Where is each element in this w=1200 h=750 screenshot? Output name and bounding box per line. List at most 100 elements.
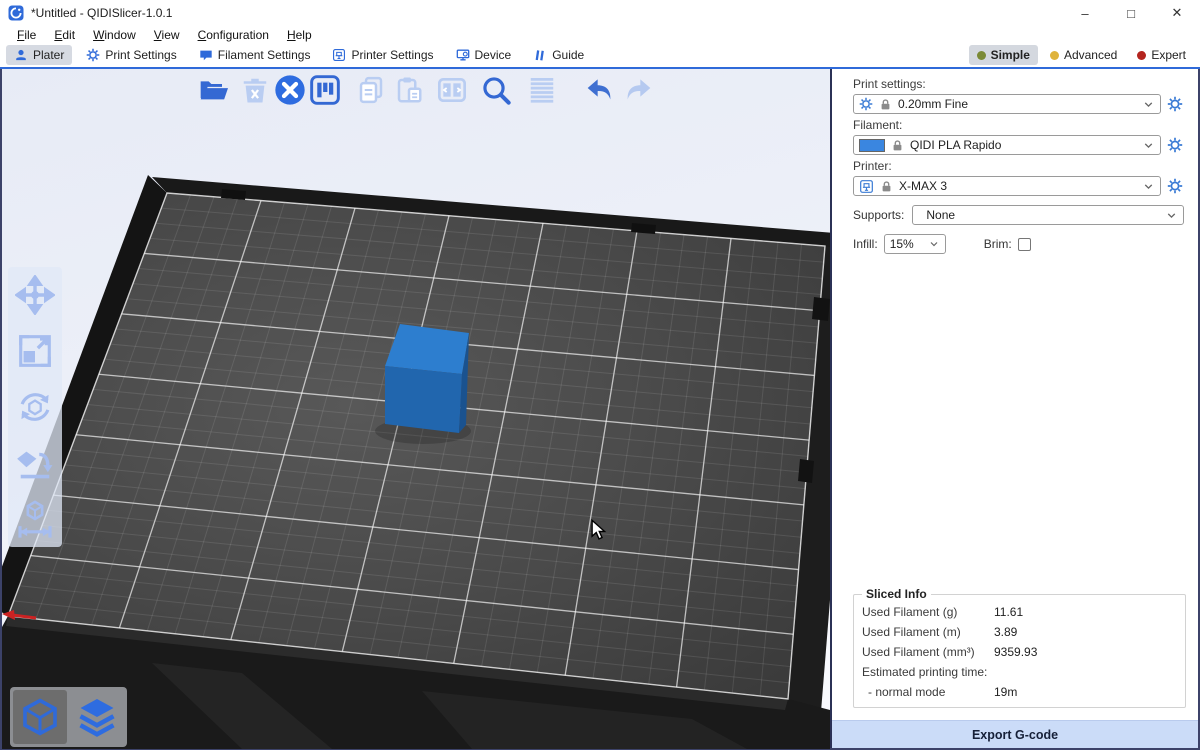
printer-label: Printer: [853, 159, 1184, 173]
redo-icon [623, 74, 655, 106]
brim-label: Brim: [984, 237, 1012, 251]
si-label: Used Filament (m) [862, 625, 994, 639]
open-file-icon [198, 74, 230, 106]
delete-all-button[interactable] [271, 71, 309, 109]
sliced-info-row: - normal mode 19m [862, 685, 1177, 699]
si-label: Used Filament (g) [862, 605, 994, 619]
variable-layer-height-button[interactable] [523, 71, 561, 109]
export-gcode-button[interactable]: Export G-code [832, 720, 1198, 748]
measure-icon [15, 499, 55, 539]
tab-print-settings[interactable]: Print Settings [78, 45, 184, 65]
edit-print-settings-button[interactable] [1166, 95, 1184, 113]
minimize-button[interactable]: – [1062, 0, 1108, 26]
filament-select[interactable]: QIDI PLA Rapido [853, 135, 1161, 155]
tab-printer-settings[interactable]: Printer Settings [324, 45, 441, 65]
menu-help[interactable]: Help [278, 28, 321, 42]
menu-configuration[interactable]: Configuration [189, 28, 278, 42]
chevron-down-icon [1142, 98, 1155, 111]
copy-button[interactable] [352, 71, 390, 109]
menu-edit[interactable]: Edit [45, 28, 84, 42]
gear-icon [859, 97, 873, 111]
tab-plater[interactable]: Plater [6, 45, 72, 65]
undo-icon [583, 74, 615, 106]
tab-label: Filament Settings [218, 48, 311, 62]
maximize-button[interactable]: □ [1108, 0, 1154, 26]
scale-icon [15, 331, 55, 371]
search-icon [480, 74, 512, 106]
move-button[interactable] [13, 273, 57, 317]
cube-3d-icon [19, 696, 61, 738]
close-button[interactable]: ✕ [1154, 0, 1200, 26]
tab-bar: Plater Print Settings Filament Settings … [0, 43, 1200, 67]
editor-3d-view-button[interactable] [13, 690, 67, 744]
printer-value: X-MAX 3 [899, 179, 1136, 193]
edit-printer-button[interactable] [1166, 177, 1184, 195]
filament-icon [199, 48, 213, 62]
chevron-down-icon [1142, 180, 1155, 193]
print-settings-select[interactable]: 0.20mm Fine [853, 94, 1161, 114]
place-on-face-button[interactable] [13, 441, 57, 485]
open-file-button[interactable] [195, 71, 233, 109]
place-on-face-icon [15, 443, 55, 483]
mode-label: Advanced [1064, 48, 1117, 62]
supports-select[interactable]: None [912, 205, 1184, 225]
scale-button[interactable] [13, 329, 57, 373]
paste-button[interactable] [390, 71, 428, 109]
mode-advanced[interactable]: Advanced [1042, 45, 1125, 65]
tab-label: Print Settings [105, 48, 176, 62]
variable-layer-height-icon [527, 75, 557, 105]
search-button[interactable] [477, 71, 515, 109]
rotate-icon [15, 387, 55, 427]
mode-label: Simple [991, 48, 1030, 62]
supports-value: None [918, 208, 1159, 222]
si-label: Estimated printing time: [862, 665, 987, 679]
menu-window[interactable]: Window [84, 28, 145, 42]
filament-label: Filament: [853, 118, 1184, 132]
sliced-info-row: Used Filament (m) 3.89 [862, 625, 1177, 639]
settings-panel: Print settings: 0.20mm Fine Filament: QI… [832, 69, 1198, 748]
copy-icon [356, 75, 386, 105]
viewport-3d[interactable] [2, 69, 830, 749]
menu-view[interactable]: View [145, 28, 189, 42]
mode-expert[interactable]: Expert [1129, 45, 1194, 65]
gizmo-toolbar [8, 267, 62, 547]
split-objects-button[interactable] [433, 71, 471, 109]
tab-device[interactable]: Device [448, 45, 520, 65]
mode-simple[interactable]: Simple [969, 45, 1038, 65]
tab-label: Device [475, 48, 512, 62]
si-label: - normal mode [862, 685, 994, 699]
printer-icon [332, 48, 346, 62]
preview-layers-view-button[interactable] [70, 690, 124, 744]
supports-label: Supports: [853, 208, 904, 222]
redo-button[interactable] [620, 71, 658, 109]
undo-button[interactable] [580, 71, 618, 109]
chevron-down-icon [1165, 209, 1178, 222]
brim-checkbox[interactable] [1018, 238, 1031, 251]
gear-icon [1167, 137, 1183, 153]
arrange-button[interactable] [306, 71, 344, 109]
view-toggle-group [10, 687, 127, 747]
chevron-down-icon [1142, 139, 1155, 152]
rotate-button[interactable] [13, 385, 57, 429]
sliced-info-row: Used Filament (mm³) 9359.93 [862, 645, 1177, 659]
split-objects-icon [436, 74, 468, 106]
print-bed-scene[interactable] [2, 69, 830, 749]
delete-button[interactable] [236, 71, 274, 109]
move-icon [15, 275, 55, 315]
window-title: *Untitled - QIDISlicer-1.0.1 [31, 6, 172, 20]
measure-button[interactable] [13, 497, 57, 541]
si-value: 9359.93 [994, 645, 1037, 659]
printer-select[interactable]: X-MAX 3 [853, 176, 1161, 196]
tab-guide[interactable]: Guide [525, 45, 592, 65]
tab-filament-settings[interactable]: Filament Settings [191, 45, 319, 65]
delete-all-icon [274, 74, 306, 106]
menu-file[interactable]: File [8, 28, 45, 42]
delete-icon [240, 75, 270, 105]
bed-clip [798, 459, 814, 483]
edit-filament-button[interactable] [1166, 136, 1184, 154]
tab-label: Guide [552, 48, 584, 62]
title-bar: *Untitled - QIDISlicer-1.0.1 – □ ✕ [0, 0, 1200, 26]
infill-select[interactable]: 15% [884, 234, 946, 254]
model-cube[interactable] [385, 324, 469, 433]
arrange-icon [309, 74, 341, 106]
